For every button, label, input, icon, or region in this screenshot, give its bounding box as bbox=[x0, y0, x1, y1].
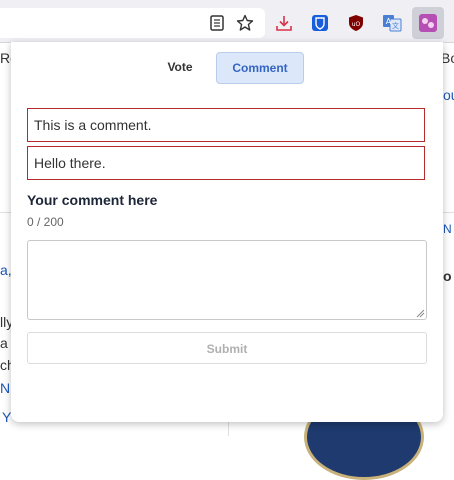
bitwarden-icon[interactable] bbox=[309, 12, 331, 34]
tab-vote[interactable]: Vote bbox=[157, 52, 203, 82]
translate-icon[interactable]: A文 bbox=[381, 12, 403, 34]
bg-text-left-n: N bbox=[0, 380, 11, 396]
extension-button[interactable] bbox=[412, 7, 444, 39]
ublock-icon[interactable]: uO bbox=[345, 12, 367, 34]
bg-divider-right bbox=[443, 212, 454, 213]
bg-column-divider bbox=[228, 422, 229, 436]
svg-text:文: 文 bbox=[392, 21, 399, 30]
comment-field-label: Your comment here bbox=[27, 192, 158, 208]
bg-text-left-a: a, bbox=[0, 262, 12, 278]
bookmark-star-icon[interactable] bbox=[234, 12, 256, 34]
comment-item: This is a comment. bbox=[27, 108, 425, 142]
reader-view-icon[interactable] bbox=[206, 12, 228, 34]
bg-text-left-a2: a bbox=[0, 335, 8, 351]
tab-bar: Vote Comment bbox=[11, 52, 443, 84]
resize-grip-icon[interactable] bbox=[415, 308, 425, 318]
bg-divider-left bbox=[0, 212, 11, 213]
bg-text-left-y: Y bbox=[2, 409, 12, 425]
bg-text-right-2: N 8 bbox=[443, 222, 454, 236]
browser-toolbar: uO A文 bbox=[0, 0, 454, 43]
comment-textarea[interactable] bbox=[27, 240, 427, 320]
comment-popup: Vote Comment This is a comment. Hello th… bbox=[11, 42, 443, 422]
svg-text:A: A bbox=[386, 17, 392, 26]
bg-text-right-3: o bbox=[443, 268, 452, 284]
downloads-icon[interactable] bbox=[273, 12, 295, 34]
svg-text:uO: uO bbox=[352, 21, 361, 28]
character-counter: 0 / 200 bbox=[27, 215, 64, 229]
submit-button[interactable]: Submit bbox=[27, 332, 427, 364]
tab-comment[interactable]: Comment bbox=[216, 52, 304, 84]
extension-icon bbox=[417, 12, 439, 34]
bg-text-right-1: ou bbox=[443, 87, 454, 103]
comment-item: Hello there. bbox=[27, 146, 425, 180]
